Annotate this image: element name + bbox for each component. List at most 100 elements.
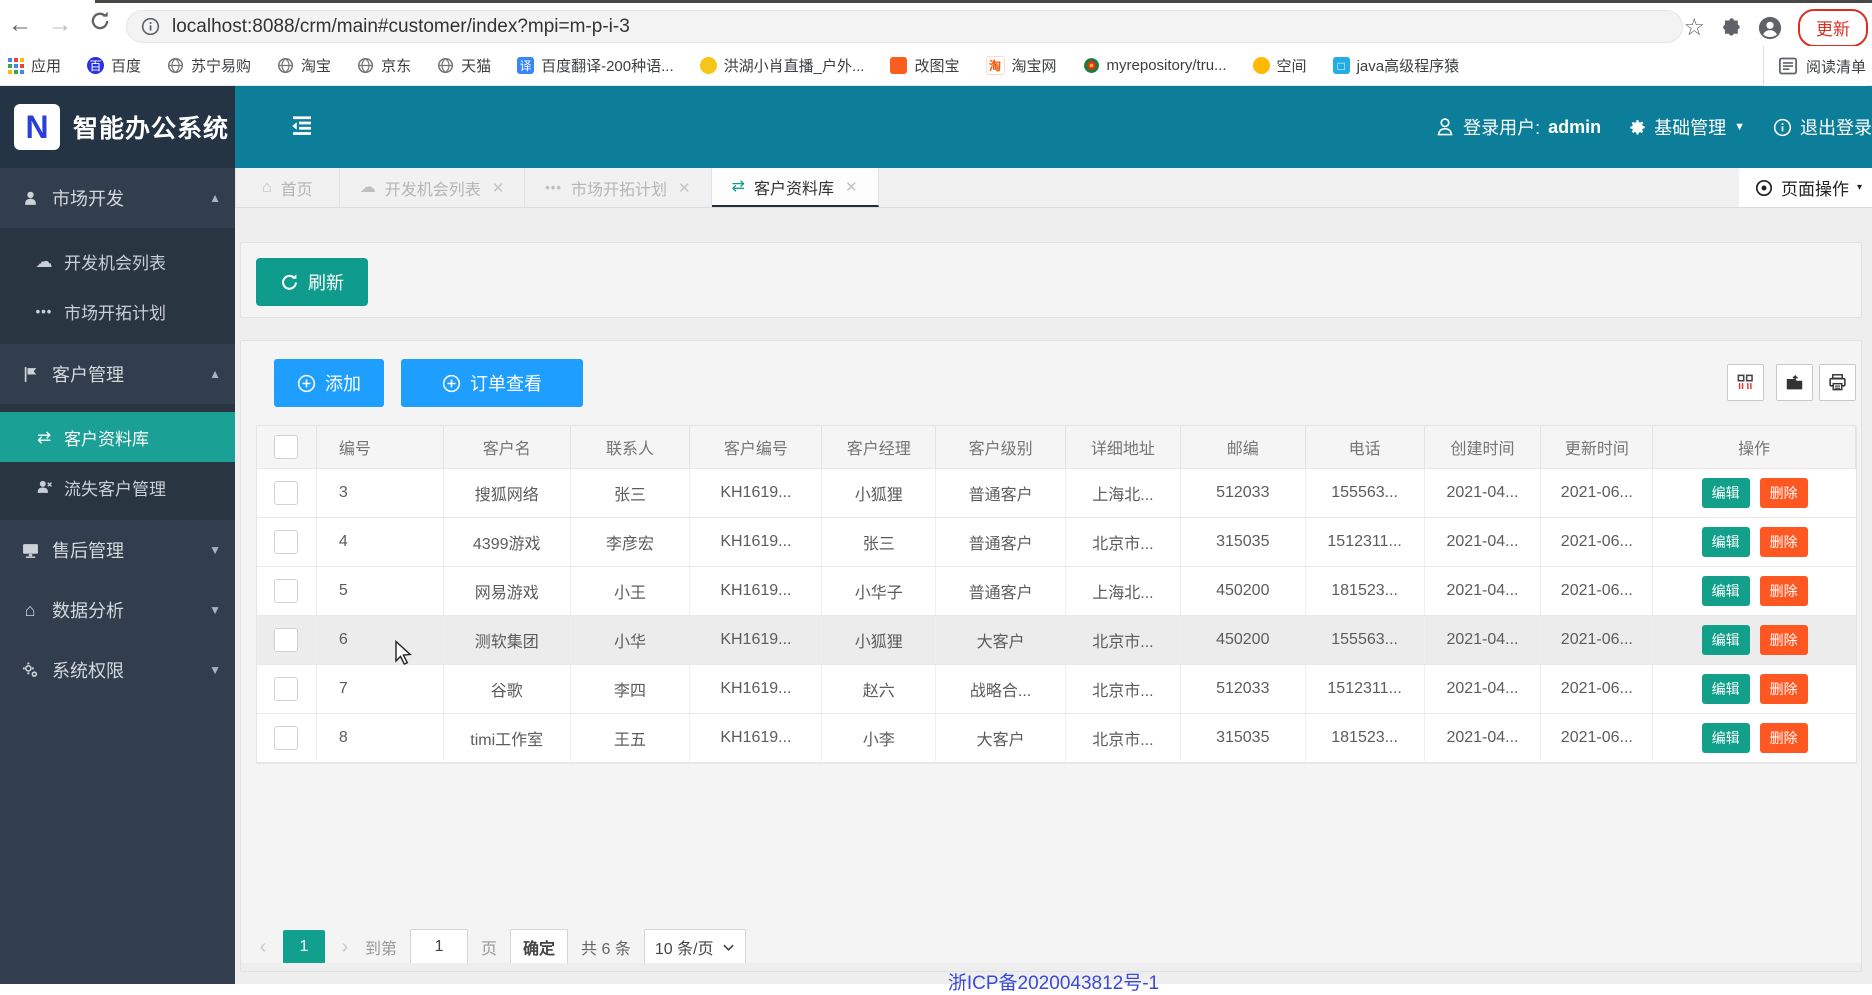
current-page-button[interactable]: 1: [283, 930, 325, 964]
tab-客户资料库[interactable]: ⇄ 客户资料库 ✕: [711, 168, 879, 207]
cloud-icon: ☁: [359, 178, 376, 196]
back-icon[interactable]: ←: [0, 11, 40, 39]
sidebar-group-label: 售后管理: [52, 541, 124, 561]
reading-list-button[interactable]: 阅读清单: [1762, 46, 1866, 86]
edit-button[interactable]: 编辑: [1701, 527, 1750, 557]
sidebar-group-售后管理[interactable]: 售后管理 ▼: [0, 520, 235, 580]
refresh-button[interactable]: 刷新: [256, 258, 368, 306]
bookmark-item[interactable]: 淘宝: [277, 55, 331, 76]
tab-市场开拓计划[interactable]: ••• 市场开拓计划 ✕: [525, 168, 712, 207]
delete-button[interactable]: 删除: [1759, 527, 1808, 557]
row-checkbox[interactable]: [274, 726, 299, 750]
bookmark-item[interactable]: 京东: [357, 55, 411, 76]
logo-block[interactable]: N 智能办公系统: [0, 86, 235, 168]
delete-button[interactable]: 删除: [1759, 625, 1808, 655]
row-checkbox[interactable]: [274, 579, 299, 603]
filter-columns-button[interactable]: [1727, 364, 1764, 401]
row-checkbox[interactable]: [274, 628, 299, 652]
bookmark-star-icon[interactable]: ☆: [1683, 15, 1705, 40]
globe-icon: [167, 57, 184, 74]
cell-邮编: 450200: [1181, 616, 1306, 664]
bookmark-label: 天猫: [461, 58, 492, 75]
icp-footer-link[interactable]: 浙ICP备2020043812号-1: [235, 968, 1872, 995]
sidebar-item-label: 市场开拓计划: [64, 303, 166, 323]
bookmark-item[interactable]: 天猫: [437, 55, 491, 76]
delete-button[interactable]: 删除: [1759, 723, 1808, 753]
cell-联系人: 王五: [571, 714, 691, 762]
page-number-input[interactable]: [410, 929, 469, 965]
bookmark-item[interactable]: 淘淘宝网: [985, 55, 1057, 76]
bookmark-item[interactable]: 空间: [1252, 55, 1307, 76]
forward-icon[interactable]: →: [40, 11, 80, 39]
order-view-button[interactable]: 订单查看: [401, 359, 583, 407]
sidebar-item-流失客户管理[interactable]: 流失客户管理: [0, 462, 235, 512]
edit-button[interactable]: 编辑: [1701, 478, 1750, 508]
logout-button[interactable]: 退出登录: [1773, 114, 1872, 140]
delete-button[interactable]: 删除: [1759, 576, 1808, 606]
row-checkbox[interactable]: [274, 481, 299, 505]
page-size-select[interactable]: 10 条/页: [643, 929, 746, 965]
bookmark-item[interactable]: □ java高级程序猿: [1332, 55, 1459, 76]
sidebar-item-label: 客户资料库: [64, 429, 149, 449]
delete-button[interactable]: 删除: [1759, 674, 1808, 704]
info-circle-icon: [1773, 118, 1792, 137]
row-checkbox[interactable]: [274, 677, 299, 701]
bookmark-item[interactable]: 洪湖小肖直播_户外...: [699, 55, 865, 76]
reload-icon[interactable]: [80, 10, 120, 39]
sidebar-collapse-icon[interactable]: [290, 114, 314, 138]
bookmark-label: myrepository/tru...: [1106, 57, 1227, 74]
bookmark-label: 洪湖小肖直播_户外...: [723, 58, 865, 75]
bookmark-label: 应用: [31, 58, 62, 75]
url-bar[interactable]: localhost:8088/crm/main#customer/index?m…: [126, 10, 1683, 43]
close-icon[interactable]: ✕: [845, 178, 858, 196]
next-page-icon[interactable]: ›: [338, 936, 352, 959]
extensions-icon[interactable]: [1721, 17, 1742, 38]
page-unit-label: 页: [481, 941, 498, 958]
refresh-label: 刷新: [308, 273, 344, 293]
export-button[interactable]: [1776, 364, 1813, 401]
cell-客户名: timi工作室: [444, 714, 571, 762]
print-button[interactable]: [1819, 364, 1856, 401]
base-mgmt-menu[interactable]: 基础管理 ▼: [1629, 114, 1745, 140]
sidebar-group-数据分析[interactable]: ⌂ 数据分析 ▼: [0, 580, 235, 640]
close-icon[interactable]: ✕: [492, 179, 505, 197]
row-checkbox[interactable]: [274, 530, 299, 554]
browser-update-button[interactable]: 更新: [1798, 8, 1868, 47]
dots-icon: •••: [545, 180, 562, 195]
site-info-icon[interactable]: [141, 17, 160, 36]
sidebar-item-市场开拓计划[interactable]: ••• 市场开拓计划: [0, 286, 235, 336]
tab-开发机会列表[interactable]: ☁ 开发机会列表 ✕: [340, 168, 526, 207]
sidebar-item-开发机会列表[interactable]: ☁ 开发机会列表: [0, 236, 235, 286]
edit-button[interactable]: 编辑: [1701, 576, 1750, 606]
edit-button[interactable]: 编辑: [1701, 625, 1750, 655]
close-icon[interactable]: ✕: [678, 179, 691, 197]
edit-button[interactable]: 编辑: [1701, 674, 1750, 704]
sidebar-group-市场开发[interactable]: 市场开发 ▲: [0, 168, 235, 228]
prev-page-icon[interactable]: ‹: [256, 936, 270, 959]
sidebar-item-客户资料库[interactable]: ⇄ 客户资料库: [0, 412, 235, 462]
row-checkbox[interactable]: [274, 435, 299, 459]
delete-button[interactable]: 删除: [1759, 478, 1808, 508]
add-button[interactable]: 添加: [274, 359, 384, 407]
cell-创建时间: 2021-04...: [1425, 616, 1542, 664]
profile-icon[interactable]: [1758, 16, 1782, 40]
column-header-客户级别: 客户级别: [936, 426, 1066, 468]
bookmark-item[interactable]: 改图宝: [890, 55, 960, 76]
tab-首页[interactable]: ⌂ 首页: [235, 168, 340, 207]
column-header-更新时间: 更新时间: [1541, 426, 1654, 468]
bookmark-item[interactable]: myrepository/tru...: [1083, 57, 1227, 74]
page-ops-button[interactable]: 页面操作 ▾: [1738, 168, 1872, 207]
bookmark-item[interactable]: 苏宁易购: [167, 55, 251, 76]
edit-button[interactable]: 编辑: [1701, 723, 1750, 753]
bookmark-item[interactable]: 应用: [8, 55, 61, 76]
bookmarks-bar: 应用 百百度 苏宁易购 淘宝 京东 天猫 译百度翻译-200种语... 洪湖小肖直播_户外..…: [0, 46, 1872, 86]
cell-客户经理: 小狐狸: [822, 469, 937, 517]
print-icon: [1828, 373, 1847, 392]
bookmark-item[interactable]: 译百度翻译-200种语...: [517, 55, 674, 76]
bookmark-item[interactable]: 百百度: [87, 55, 141, 76]
sidebar-group-客户管理[interactable]: 客户管理 ▲: [0, 344, 235, 404]
bookmark-label: 百度翻译-200种语...: [541, 58, 674, 75]
confirm-page-button[interactable]: 确定: [510, 929, 569, 965]
cell-电话: 181523...: [1306, 567, 1425, 615]
sidebar-group-系统权限[interactable]: 系统权限 ▼: [0, 640, 235, 700]
